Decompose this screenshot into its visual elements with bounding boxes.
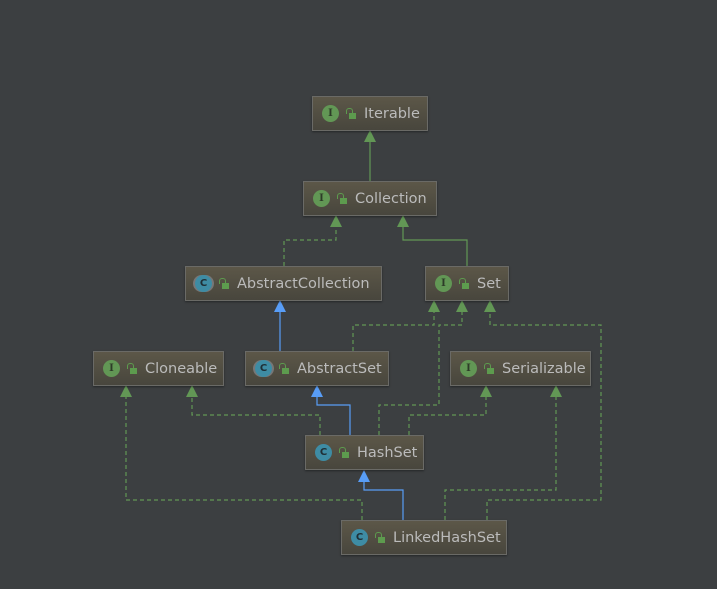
edge-HashSet-to-Cloneable [186, 385, 321, 435]
abstract-class-icon: C [255, 360, 272, 377]
node-Set[interactable]: I Set [425, 266, 509, 301]
edge-LinkedHashSet-to-Set [484, 300, 602, 520]
node-label: Collection [355, 190, 427, 207]
edge-AbstractCollection-to-Collection [283, 215, 342, 266]
edge-LinkedHashSet-to-HashSet [358, 470, 404, 520]
node-label: AbstractCollection [237, 275, 370, 292]
interface-icon: I [103, 360, 120, 377]
public-lock-icon [484, 362, 494, 375]
edge-line [408, 397, 487, 435]
edge-line [191, 397, 321, 435]
edge-line [363, 482, 404, 520]
node-Iterable[interactable]: I Iterable [312, 96, 428, 131]
node-Serializable[interactable]: I Serializable [450, 351, 591, 386]
arrowhead-icon [330, 215, 342, 227]
node-label: Set [477, 275, 501, 292]
arrowhead-icon [484, 300, 496, 312]
arrowhead-icon [358, 470, 370, 482]
arrowhead-icon [428, 300, 440, 312]
public-lock-icon [219, 277, 229, 290]
node-AbstractSet[interactable]: C AbstractSet [245, 351, 389, 386]
node-label: Serializable [502, 360, 586, 377]
edge-line [316, 397, 351, 435]
node-label: Cloneable [145, 360, 218, 377]
arrowhead-icon [550, 385, 562, 397]
node-LinkedHashSet[interactable]: C LinkedHashSet [341, 520, 507, 555]
public-lock-icon [375, 531, 385, 544]
node-label: LinkedHashSet [393, 529, 501, 546]
arrowhead-icon [120, 385, 132, 397]
edge-AbstractSet-to-Set [352, 300, 440, 351]
interface-icon: I [313, 190, 330, 207]
public-lock-icon [279, 362, 289, 375]
edge-line [352, 312, 435, 351]
interface-icon: I [435, 275, 452, 292]
arrowhead-icon [274, 300, 286, 312]
class-icon: C [315, 444, 332, 461]
edge-Collection-to-Iterable [364, 130, 376, 181]
arrowhead-icon [311, 385, 323, 397]
arrowhead-icon [364, 130, 376, 142]
edge-Set-to-Collection [397, 215, 468, 266]
uml-diagram-canvas: I Iterable I Collection C AbstractCollection I… [0, 0, 717, 589]
node-label: HashSet [357, 444, 418, 461]
interface-icon: I [322, 105, 339, 122]
node-label: Iterable [364, 105, 420, 122]
public-lock-icon [459, 277, 469, 290]
node-HashSet[interactable]: C HashSet [305, 435, 424, 470]
node-Cloneable[interactable]: I Cloneable [93, 351, 224, 386]
node-Collection[interactable]: I Collection [303, 181, 437, 216]
edge-line [402, 227, 468, 266]
arrowhead-icon [186, 385, 198, 397]
arrowhead-icon [480, 385, 492, 397]
public-lock-icon [339, 446, 349, 459]
edge-AbstractSet-to-AbstractCollection [274, 300, 286, 351]
abstract-class-icon: C [195, 275, 212, 292]
node-label: AbstractSet [297, 360, 382, 377]
interface-icon: I [460, 360, 477, 377]
class-icon: C [351, 529, 368, 546]
edge-HashSet-to-AbstractSet [311, 385, 351, 435]
public-lock-icon [337, 192, 347, 205]
arrowhead-icon [456, 300, 468, 312]
public-lock-icon [346, 107, 356, 120]
edge-line [283, 227, 337, 266]
public-lock-icon [127, 362, 137, 375]
edge-HashSet-to-Serializable [408, 385, 492, 435]
arrowhead-icon [397, 215, 409, 227]
edge-line [486, 312, 602, 520]
node-AbstractCollection[interactable]: C AbstractCollection [185, 266, 382, 301]
